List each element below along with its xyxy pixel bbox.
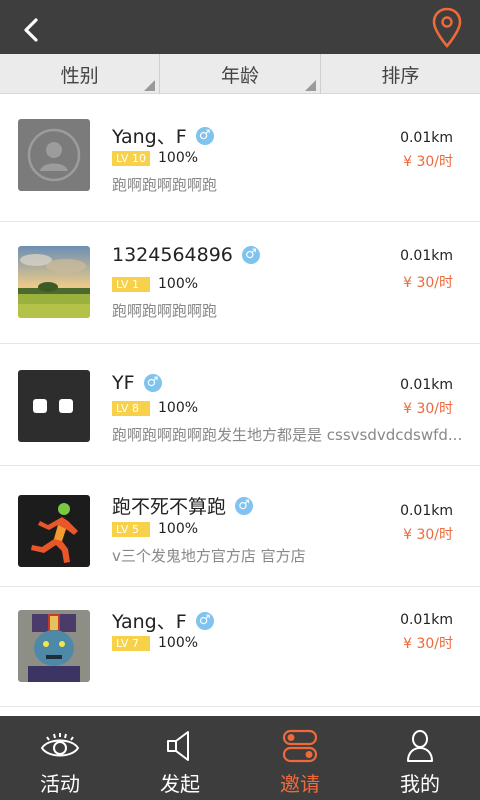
list-item[interactable]: Yang、F ♂ LV 10 100% 跑啊跑啊跑啊跑 0.01km ¥ 30/…	[0, 94, 480, 222]
runner-image	[18, 495, 90, 567]
list-item[interactable]: 跑不死不算跑 ♂ LV 5 100% v三个发鬼地方官方店 官方店 0.01km…	[0, 466, 480, 587]
user-name: 跑不死不算跑	[112, 496, 227, 518]
male-icon: ♂	[235, 496, 254, 515]
location-button[interactable]	[430, 6, 464, 50]
user-description: 跑啊跑啊跑啊跑发生地方都是是 cssvsdvdcdswfd...	[112, 426, 463, 444]
dropdown-corner-icon	[144, 80, 156, 91]
user-list: Yang、F ♂ LV 10 100% 跑啊跑啊跑啊跑 0.01km ¥ 30/…	[0, 94, 480, 716]
user-name: YF	[112, 372, 135, 394]
level-badge: LV 10	[112, 150, 150, 166]
back-button[interactable]	[14, 13, 48, 47]
tab-mine[interactable]: 我的	[360, 716, 480, 800]
filter-age[interactable]: 年龄	[160, 54, 321, 94]
eye-icon	[40, 733, 80, 757]
completion-percent: 100%	[158, 635, 199, 651]
person-icon	[407, 730, 433, 762]
list-item[interactable]: Yang、F ♂ LV 7 100% 0.01km ¥ 30/时	[0, 587, 480, 707]
list-item[interactable]: YF ♂ LV 8 100% 跑啊跑啊跑啊跑发生地方都是是 cssvsdvdcd…	[0, 344, 480, 466]
distance: 0.01km	[400, 377, 453, 393]
tab-invite[interactable]: 邀请	[240, 716, 360, 800]
price: ¥ 30/时	[403, 275, 453, 291]
avatar	[18, 495, 90, 567]
toggle-icon	[282, 729, 318, 763]
price: ¥ 30/时	[403, 401, 453, 417]
avatar	[18, 119, 90, 191]
completion-percent: 100%	[158, 400, 199, 416]
tab-mine-label: 我的	[400, 772, 440, 796]
tab-launch-label: 发起	[160, 772, 200, 796]
completion-percent: 100%	[158, 150, 199, 166]
chevron-left-icon	[24, 18, 38, 42]
avatar	[18, 610, 90, 682]
price: ¥ 30/时	[403, 154, 453, 170]
distance: 0.01km	[400, 503, 453, 519]
completion-percent: 100%	[158, 276, 199, 292]
user-name: Yang、F	[112, 126, 187, 148]
filter-gender[interactable]: 性别	[0, 54, 161, 94]
filter-sort[interactable]: 排序	[321, 54, 480, 94]
level-badge: LV 1	[112, 276, 150, 292]
map-pin-icon	[432, 7, 462, 48]
top-bar	[0, 0, 480, 54]
tab-launch[interactable]: 发起	[120, 716, 240, 800]
filter-gender-label: 性别	[60, 65, 99, 87]
filter-sort-label: 排序	[381, 65, 420, 87]
avatar	[18, 370, 90, 442]
tab-invite-label: 邀请	[280, 772, 320, 796]
user-description: v三个发鬼地方官方店 官方店	[112, 547, 306, 565]
filter-bar: 性别 年龄 排序	[0, 54, 480, 94]
distance: 0.01km	[400, 612, 453, 628]
male-icon: ♂	[195, 611, 214, 630]
list-item[interactable]: 1324564896 ♂ LV 1 100% 跑啊跑啊跑啊跑 0.01km ¥ …	[0, 222, 480, 344]
level-badge: LV 7	[112, 635, 150, 651]
tab-activity-label: 活动	[40, 772, 80, 796]
tab-activity[interactable]: 活动	[0, 716, 120, 800]
speaker-icon	[167, 731, 189, 761]
filter-age-label: 年龄	[220, 65, 259, 87]
price: ¥ 30/时	[403, 527, 453, 543]
completion-percent: 100%	[158, 521, 199, 537]
male-icon: ♂	[143, 374, 162, 392]
user-name: 1324564896	[112, 244, 233, 266]
landscape-image	[18, 246, 90, 318]
dropdown-corner-icon	[304, 80, 316, 91]
user-description: 跑啊跑啊跑啊跑	[112, 176, 218, 194]
zombie-image	[18, 610, 90, 682]
bottom-tab-bar: 活动 发起 邀请 我的	[0, 716, 480, 800]
male-icon: ♂	[195, 126, 214, 145]
level-badge: LV 5	[112, 521, 150, 537]
distance: 0.01km	[400, 130, 453, 146]
level-badge: LV 8	[112, 400, 150, 416]
price: ¥ 30/时	[403, 636, 453, 652]
distance: 0.01km	[400, 248, 453, 264]
male-icon: ♂	[241, 246, 260, 264]
user-description: 跑啊跑啊跑啊跑	[112, 302, 218, 320]
two-dots-avatar	[18, 370, 90, 442]
default-avatar-icon	[18, 119, 90, 191]
avatar	[18, 246, 90, 318]
user-name: Yang、F	[112, 611, 187, 633]
